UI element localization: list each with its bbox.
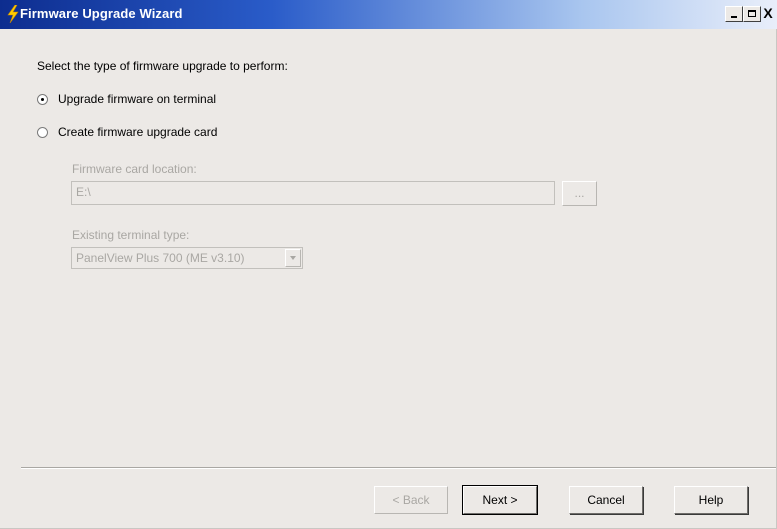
radio-button-unchecked[interactable] — [37, 126, 48, 138]
help-button[interactable]: Help — [674, 486, 748, 514]
browse-button: ... — [562, 181, 597, 206]
maximize-icon — [748, 10, 756, 17]
card-location-label: Firmware card location: — [72, 162, 197, 176]
close-icon: X — [763, 5, 773, 21]
close-button[interactable]: X — [761, 6, 775, 22]
firmware-upgrade-wizard-window: Firmware Upgrade Wizard X Select the typ… — [0, 0, 777, 529]
title-bar[interactable]: Firmware Upgrade Wizard X — [0, 0, 777, 29]
next-button[interactable]: Next > — [462, 485, 538, 515]
maximize-button[interactable] — [743, 6, 761, 22]
lightning-icon — [7, 5, 19, 23]
caption-buttons: X — [725, 6, 775, 22]
footer-divider — [21, 467, 776, 469]
radio-upgrade-terminal[interactable]: Upgrade firmware on terminal — [37, 92, 216, 106]
card-location-field: E:\ — [71, 181, 555, 205]
minimize-icon — [731, 16, 737, 18]
radio-label-create-card: Create firmware upgrade card — [58, 125, 218, 139]
instruction-text: Select the type of firmware upgrade to p… — [37, 59, 288, 73]
terminal-type-label: Existing terminal type: — [72, 228, 190, 242]
window-title: Firmware Upgrade Wizard — [20, 6, 183, 21]
back-button: < Back — [374, 486, 448, 514]
terminal-type-value: PanelView Plus 700 (ME v3.10) — [76, 251, 245, 265]
radio-button-checked[interactable] — [37, 93, 48, 105]
terminal-type-select: PanelView Plus 700 (ME v3.10) — [71, 247, 303, 269]
radio-create-card[interactable]: Create firmware upgrade card — [37, 125, 217, 139]
chevron-down-icon — [285, 249, 301, 267]
minimize-button[interactable] — [725, 6, 743, 22]
cancel-button[interactable]: Cancel — [569, 486, 643, 514]
radio-label-upgrade-terminal: Upgrade firmware on terminal — [58, 92, 217, 106]
